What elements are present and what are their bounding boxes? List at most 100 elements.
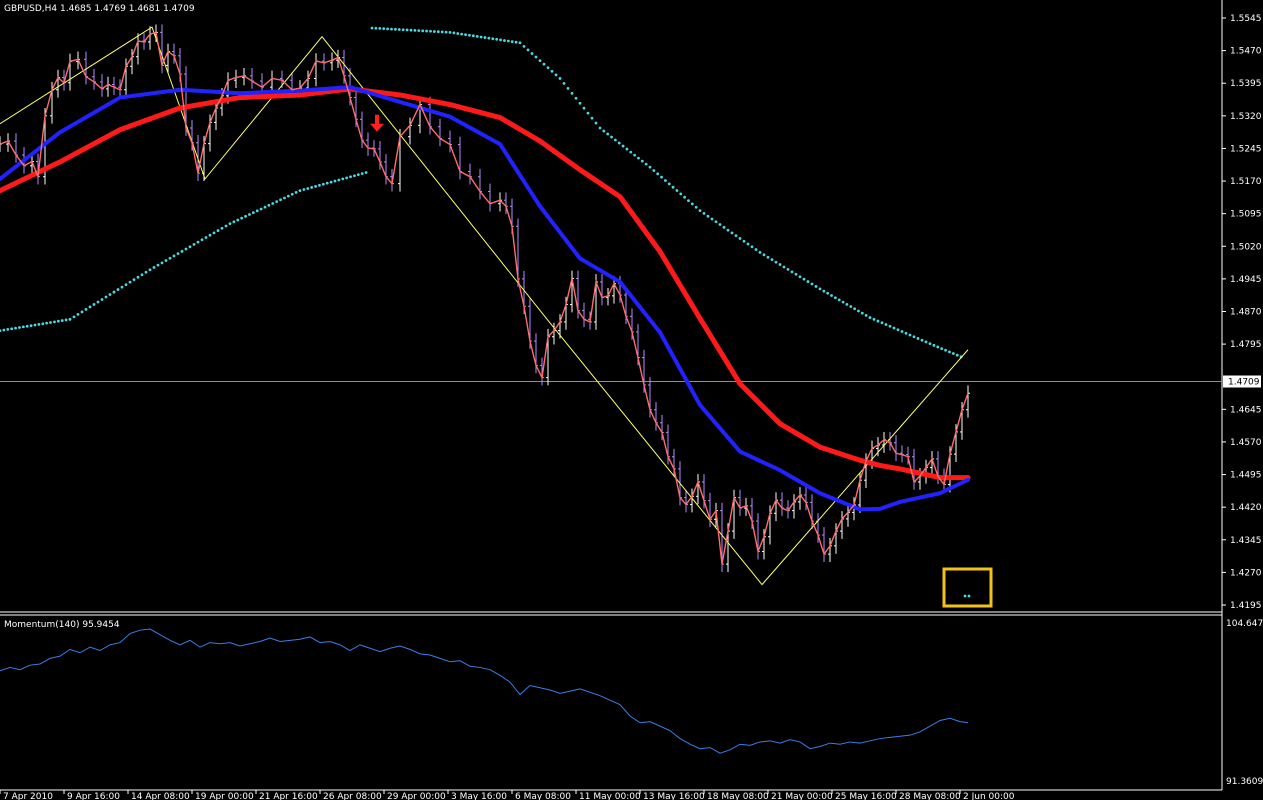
dotted-band-upper-point [822,289,826,293]
dotted-band-upper-point [948,350,951,354]
dotted-band-upper-point [633,153,637,157]
dotted-band-upper-point [928,342,932,346]
time-tick-label: 21 Apr 16:00 [259,792,318,800]
dotted-band-upper-point [394,27,397,31]
dotted-band-upper-point [833,296,837,300]
dotted-band-lower-point [112,290,116,294]
dotted-band-upper-point [602,129,606,133]
price-tick-label: 1.4795 [1230,340,1262,350]
dotted-band-lower-point [100,298,104,301]
dotted-band-upper-point [629,150,633,154]
dotted-band-upper-point [582,106,586,110]
dotted-band-lower-point [84,308,88,311]
dotted-band-upper-point [514,40,518,44]
dotted-band-lower-point [356,173,360,177]
dotted-band-upper-point [702,212,706,215]
dotted-band-upper-point [499,38,502,42]
dotted-band-lower-point [364,171,368,174]
dotted-band-upper-point [896,328,900,332]
price-tick-label: 1.5395 [1230,79,1262,89]
dotted-band-upper-point [460,32,464,36]
dotted-band-upper-point [378,27,382,30]
dotted-band-upper-point [554,73,558,77]
dotted-band-upper-point [648,165,652,169]
dotted-band-upper-point [390,27,393,31]
dotted-band-upper-point [912,335,916,339]
dotted-band-upper-point [884,323,888,326]
dotted-band-upper-point [916,337,920,340]
dotted-band-lower-point [329,180,333,184]
current-price-label: 1.4709 [1228,378,1260,388]
dotted-band-upper-point [936,345,940,349]
dotted-band-lower-point [56,319,60,323]
dotted-band-lower-point [180,249,184,253]
price-tick-label: 1.4345 [1230,536,1262,546]
dotted-band-lower-point [96,300,100,304]
dotted-band-upper-point [440,30,444,34]
dotted-band-upper-point [888,324,892,328]
dotted-band-lower-point [244,214,247,218]
price-tick-label: 1.5320 [1230,112,1262,122]
dotted-band-upper-point [570,91,574,95]
dotted-band-lower-point [144,270,148,274]
dotted-band-lower-point [64,318,68,322]
dotted-band-lower-point [164,259,168,262]
dotted-band-lower-point [271,202,275,205]
dotted-band-upper-point [386,27,389,31]
dotted-band-upper-point [718,223,722,226]
dotted-band-upper-point [405,28,409,32]
dotted-band-lower-point [314,184,317,188]
dotted-band-upper-point [578,101,582,105]
time-tick-label: 21 May 00:00 [771,792,833,800]
dotted-band-upper-point [479,35,483,39]
dotted-band-upper-point [652,169,656,172]
chart-canvas[interactable]: 1.5545 1.5470 1.5395 1.5320 1.5245 1.5170 1.50… [0,0,1263,800]
dotted-band-upper-point [534,55,538,59]
dotted-band-upper-point [483,36,487,39]
dotted-band-upper-point [526,48,530,52]
dotted-band-upper-point [786,268,790,271]
dotted-band-lower-point [204,236,208,239]
dotted-band-upper-point [722,225,726,229]
symbol-header: GBPUSD,H4 1.4685 1.4769 1.4681 1.4709 [4,4,195,14]
dotted-band-lower-point [310,186,314,189]
dotted-band-upper-point [837,298,841,302]
dotted-band-upper-point [857,309,860,313]
dotted-band-upper-point [798,275,802,279]
time-tick-label: 26 Apr 08:00 [323,792,382,800]
dotted-band-lower-point [294,191,298,194]
dotted-band-lower-point [306,187,310,190]
dotted-band-lower-point [283,196,286,200]
dotted-band-lower-point [196,240,200,244]
dotted-band-upper-point [790,270,794,274]
dotted-band-upper-point [436,30,440,34]
dotted-band-upper-point [660,175,663,179]
dotted-band-upper-point [566,86,570,90]
dotted-band-upper-point [694,205,698,209]
dotted-band-upper-point [610,135,613,139]
dotted-band-lower-point [92,303,96,306]
dotted-band-upper-point [940,347,944,351]
dotted-band-upper-point [370,26,374,30]
dotted-band-lower-point [212,231,216,235]
dotted-band-lower-point [321,182,325,186]
time-tick-label: 2 Jun 00:00 [963,792,1015,800]
dotted-band-upper-point [774,260,778,264]
dotted-band-lower-point [72,315,76,319]
time-tick-label: 13 May 16:00 [643,792,705,800]
dotted-band-upper-point [770,258,774,262]
dotted-band-upper-point [830,294,833,297]
dotted-band-upper-point [766,255,770,259]
dotted-band-upper-point [730,231,734,235]
dotted-band-upper-point [542,62,546,66]
dotted-band-lower-point [168,256,172,260]
dotted-band-lower-point [325,181,329,185]
dotted-band-upper-point [574,96,578,100]
dotted-band-lower-point [160,261,164,265]
dotted-band-upper-point [550,69,554,73]
momentum-min-label: 91.3609 [1226,777,1263,787]
dotted-band-lower-point [136,275,140,279]
dotted-band-upper-point [849,305,853,308]
dotted-band-upper-point [734,234,738,238]
dotted-band-upper-point [613,138,617,142]
